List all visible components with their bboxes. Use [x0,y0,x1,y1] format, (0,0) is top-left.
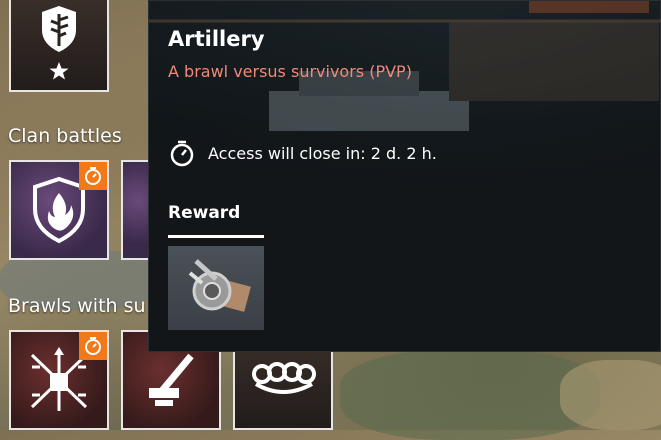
shield-badge-icon [42,6,76,80]
timer-badge [79,332,107,360]
access-text: Access will close in: 2 d. 2 h. [208,143,437,163]
tooltip-title: Artillery [168,27,265,51]
reward-item[interactable] [168,246,264,330]
section-label-clan-battles: Clan battles [8,125,122,147]
event-tile-top[interactable] [9,0,109,92]
artillery-module-icon [188,259,251,312]
reward-label: Reward [168,203,241,223]
tooltip-subtitle: A brawl versus survivors (PVP) [168,62,412,81]
event-tile-brawl-1[interactable] [9,330,109,430]
event-tile-clan[interactable] [9,160,109,260]
brass-knuckles-icon [252,362,316,394]
timer-badge [79,162,107,190]
reward-underline [168,235,264,238]
map-terrain [560,360,661,430]
stopwatch-icon [85,337,101,355]
stopwatch-icon [170,140,194,167]
event-tooltip: Artillery A brawl versus survivors (PVP)… [148,0,661,352]
stopwatch-icon [85,167,101,185]
access-timer: Access will close in: 2 d. 2 h. [168,139,437,167]
artillery-cannon-icon [149,353,194,406]
section-label-brawls: Brawls with su [8,295,146,317]
